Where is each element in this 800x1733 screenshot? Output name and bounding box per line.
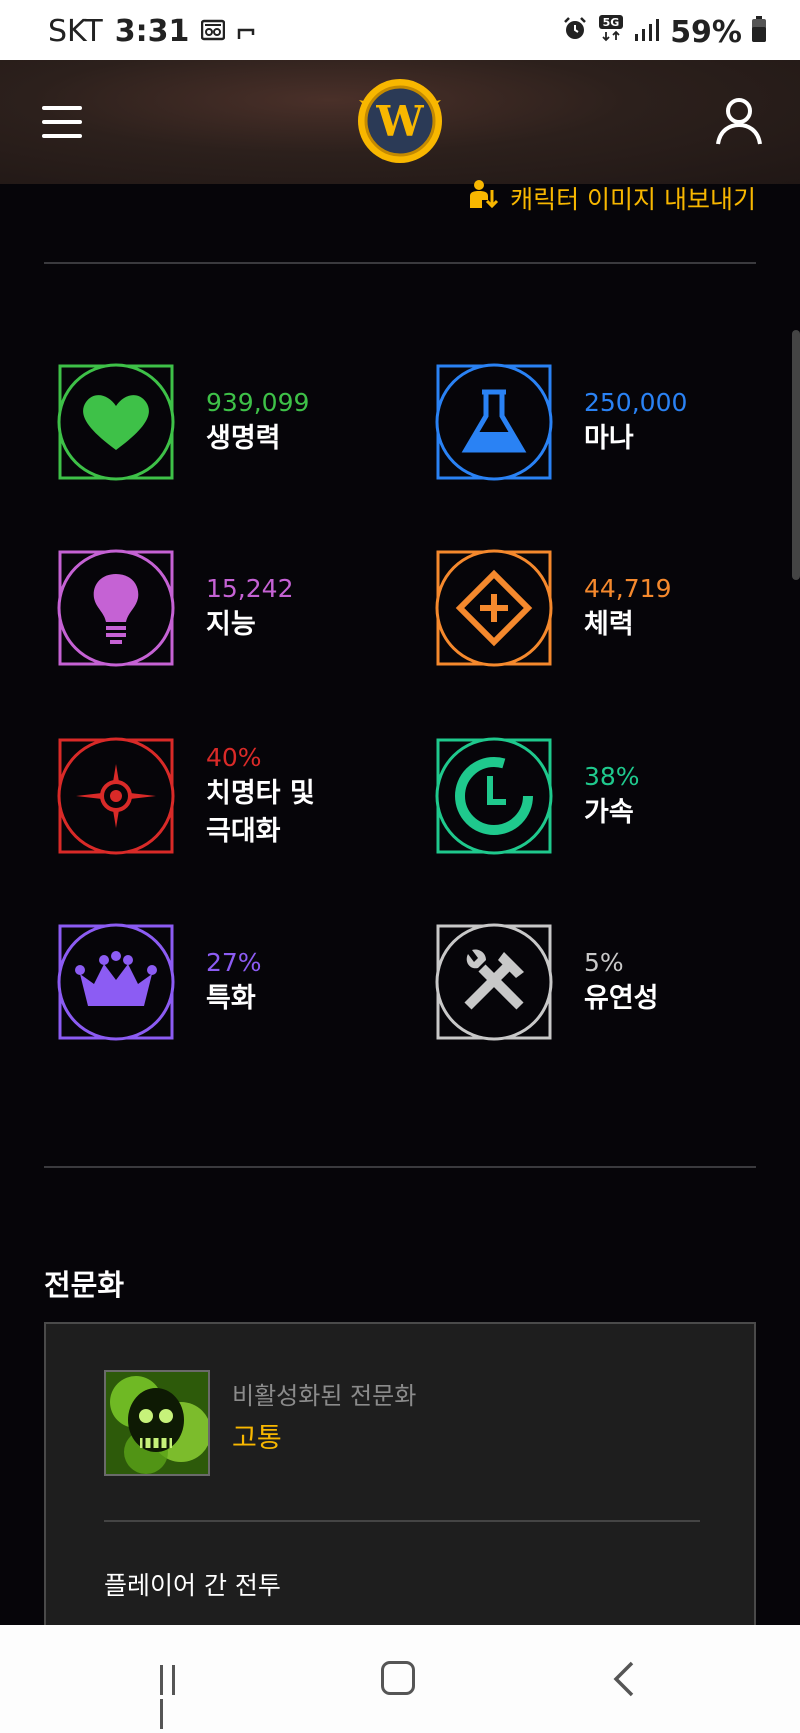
battery-icon [752, 15, 766, 50]
stat-value: 250,000 [584, 388, 688, 417]
notification-icon [237, 14, 257, 49]
alarm-icon [562, 15, 588, 50]
tools-icon [434, 922, 554, 1042]
home-icon[interactable] [381, 1661, 415, 1695]
stat-label: 특화 [206, 983, 256, 1014]
status-right: 5G 59% [562, 14, 766, 50]
stat-critical-strike: 40% 치명타 및 극대화 [56, 736, 315, 856]
stat-value: 38% [584, 762, 640, 791]
export-character-image-link[interactable]: 캐릭터 이미지 내보내기 [466, 178, 756, 218]
user-icon[interactable] [714, 96, 764, 148]
5g-icon: 5G [598, 14, 624, 50]
pvp-label: 플레이어 간 전투 [104, 1571, 281, 1600]
divider [44, 1166, 756, 1168]
stat-mastery: 27% 특화 [56, 922, 262, 1042]
scrollbar-thumb[interactable] [792, 330, 800, 580]
specialization-heading: 전문화 [44, 1268, 125, 1302]
stat-mana: 250,000 마나 [434, 362, 687, 482]
stat-value: 27% [206, 948, 262, 977]
stat-label: 지능 [206, 609, 256, 640]
flask-icon [434, 362, 554, 482]
stat-label-line-1: 치명타 및 [206, 778, 315, 809]
hamburger-menu-icon[interactable] [42, 106, 82, 138]
stat-label: 체력 [584, 609, 634, 640]
stat-value: 939,099 [206, 388, 310, 417]
back-icon[interactable] [612, 1661, 636, 1697]
signal-icon [634, 15, 660, 50]
inactive-spec-label: 비활성화된 전문화 [232, 1382, 417, 1410]
stat-versatility: 5% 유연성 [434, 922, 659, 1042]
crosshair-icon [56, 736, 176, 856]
clock-icon [434, 736, 554, 856]
heart-icon [56, 362, 176, 482]
stat-label: 생명력 [206, 423, 281, 454]
diamond-plus-icon [434, 548, 554, 668]
export-label: 캐릭터 이미지 내보내기 [510, 185, 756, 214]
export-icon [466, 178, 500, 218]
stat-value: 44,719 [584, 574, 672, 603]
site-header: W [0, 60, 800, 184]
stat-value: 40% [206, 743, 262, 772]
stat-stamina: 44,719 체력 [434, 548, 671, 668]
logo-letter: W [375, 97, 424, 146]
stat-label-line-2: 극대화 [206, 816, 281, 847]
stat-value: 5% [584, 948, 624, 977]
carrier-name: SKT [48, 14, 103, 49]
stat-label: 가속 [584, 797, 634, 828]
status-time: 3:31 [114, 14, 190, 49]
spec-name[interactable]: 고통 [232, 1416, 282, 1455]
status-bar: SKT 3:31 5G 59% [0, 0, 800, 60]
stat-health: 939,099 생명력 [56, 362, 309, 482]
status-left: SKT 3:31 [48, 14, 257, 49]
stat-haste: 38% 가속 [434, 736, 640, 856]
crown-icon [56, 922, 176, 1042]
svg-text:5G: 5G [603, 16, 620, 29]
divider [44, 262, 756, 264]
lightbulb-icon [56, 548, 176, 668]
spec-divider [104, 1520, 700, 1522]
stat-label: 마나 [584, 423, 634, 454]
stat-intellect: 15,242 지능 [56, 548, 293, 668]
stat-value: 15,242 [206, 574, 294, 603]
voicemail-icon [201, 14, 226, 49]
spec-affliction-thumbnail[interactable] [104, 1370, 210, 1476]
android-nav-bar [0, 1625, 800, 1733]
battery-percent: 59% [670, 14, 742, 50]
stat-label: 유연성 [584, 983, 659, 1014]
wow-logo-icon[interactable]: W [355, 76, 445, 166]
recent-apps-icon[interactable] [160, 1665, 194, 1729]
